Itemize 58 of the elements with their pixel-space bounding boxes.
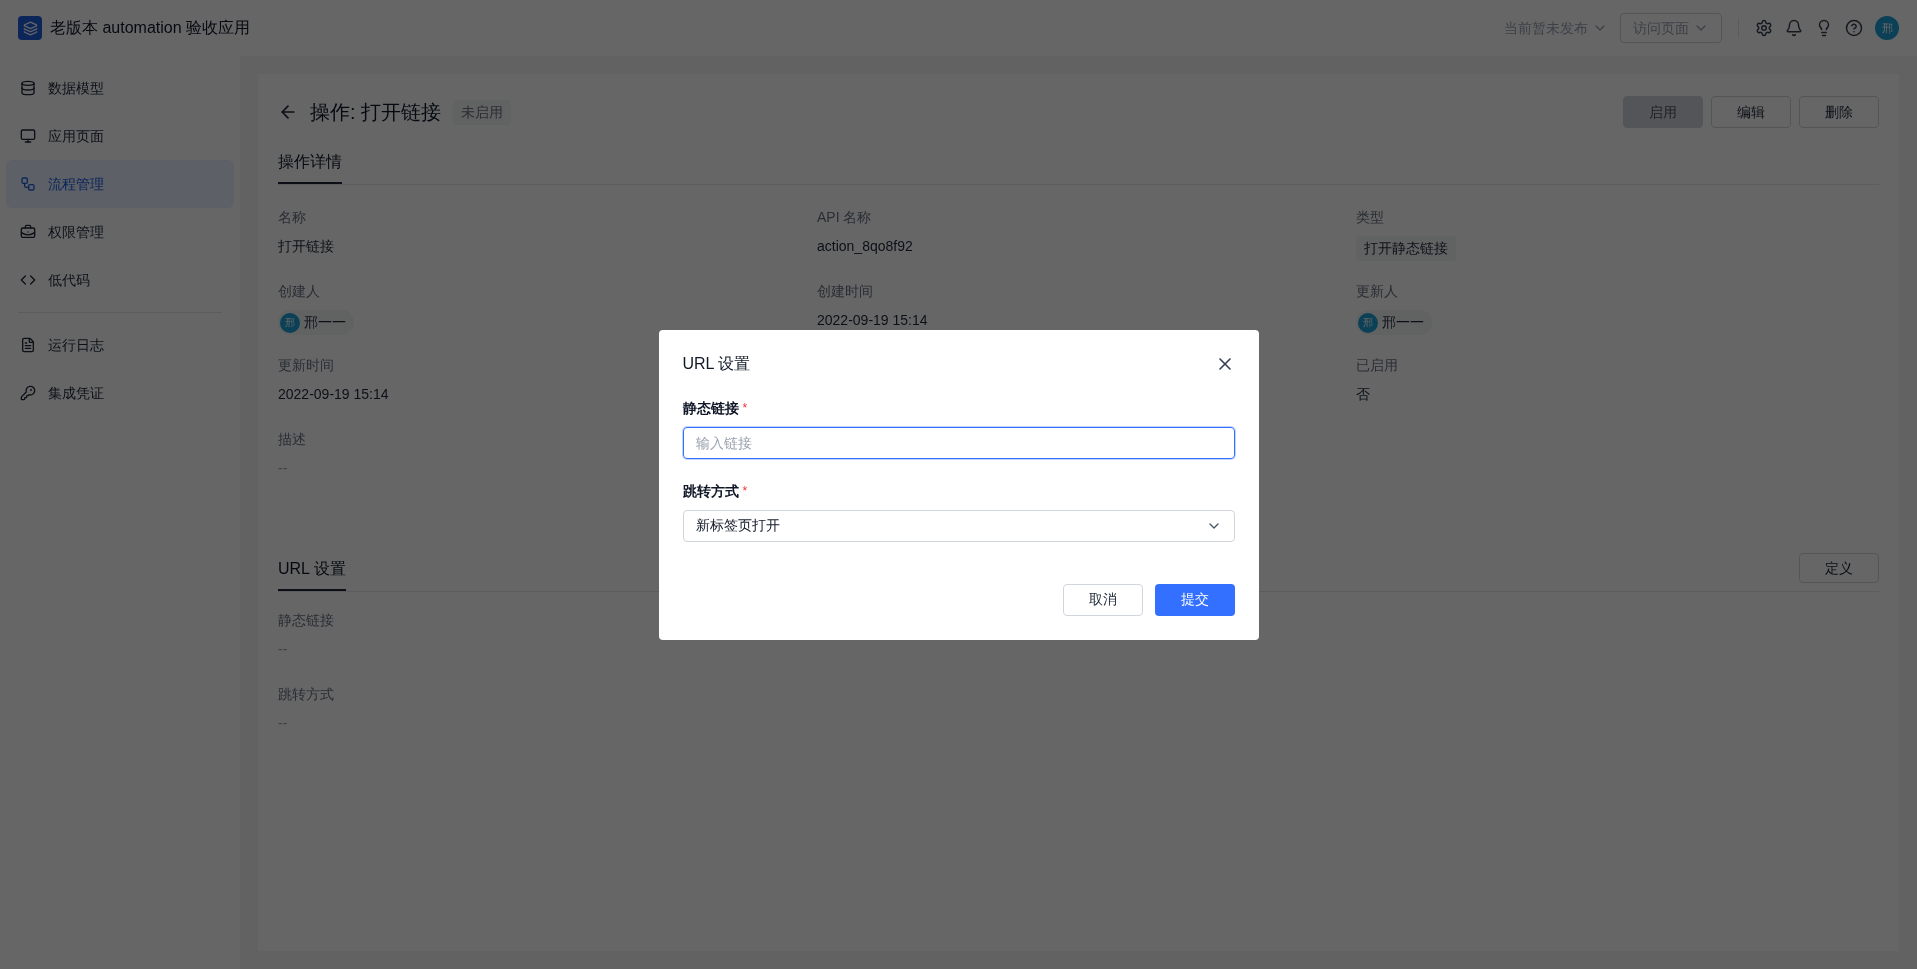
sidebar-item[interactable]: 流程管理 xyxy=(6,160,234,208)
dialog-title: URL 设置 xyxy=(682,353,751,374)
briefcase-icon xyxy=(20,224,36,240)
field-value: -- xyxy=(278,714,288,733)
redirect-mode-select[interactable]: 新标签页打开 xyxy=(682,509,1235,542)
submit-button[interactable]: 提交 xyxy=(1154,583,1235,616)
type-tag: 打开静态链接 xyxy=(1356,236,1456,261)
field-value: 2022-09-19 15:14 xyxy=(817,311,928,330)
database-icon xyxy=(20,80,36,96)
page-title: 操作: 打开链接 xyxy=(310,100,442,125)
user-name: 邢一一 xyxy=(1382,313,1424,332)
avatar-icon: 邢 xyxy=(280,312,300,333)
required-asterisk: * xyxy=(742,400,748,417)
field-label: 更新人 xyxy=(1356,282,1398,301)
field-value: -- xyxy=(278,640,288,659)
sidebar-item[interactable]: 应用页面 xyxy=(6,112,234,160)
app-title: 老版本 automation 验收应用 xyxy=(50,18,251,38)
field-label: 静态链接 xyxy=(682,398,739,418)
field-label: 创建人 xyxy=(278,282,320,301)
field-label: 描述 xyxy=(278,430,306,449)
section-tab[interactable]: 操作详情 xyxy=(278,150,342,184)
field-label: 更新时间 xyxy=(278,356,334,375)
define-button[interactable]: 定义 xyxy=(1799,553,1879,583)
field-label: 跳转方式 xyxy=(682,481,739,501)
sidebar-item[interactable]: 数据模型 xyxy=(6,64,234,112)
code-icon xyxy=(20,272,36,288)
bell-icon[interactable] xyxy=(1785,19,1803,37)
field-label: 跳转方式 xyxy=(278,685,334,704)
link-input-field[interactable]: 输入链接 xyxy=(682,426,1235,459)
user-avatar[interactable]: 邢 xyxy=(1875,16,1899,40)
sidebar-item[interactable]: 权限管理 xyxy=(6,208,234,256)
field-value: -- xyxy=(278,459,288,478)
app-logo-icon xyxy=(18,16,42,40)
action-button[interactable]: 删除 xyxy=(1799,96,1879,128)
field-label: 类型 xyxy=(1356,208,1384,227)
sidebar-item[interactable]: 低代码 xyxy=(6,256,234,304)
cancel-button[interactable]: 取消 xyxy=(1062,583,1143,616)
nodes-icon xyxy=(20,176,36,192)
help-icon[interactable] xyxy=(1845,19,1863,37)
document-icon xyxy=(20,337,36,353)
avatar-icon: 邢 xyxy=(1358,312,1378,333)
field-label: 已启用 xyxy=(1356,356,1398,375)
section-tab[interactable]: URL 设置 xyxy=(278,557,346,591)
settings-icon[interactable] xyxy=(1755,19,1773,37)
field-value: action_8qo8f92 xyxy=(817,237,913,256)
key-icon xyxy=(20,385,36,401)
sidebar-item[interactable]: 集成凭证 xyxy=(6,369,234,417)
field-value: 打开链接 xyxy=(278,237,334,256)
field-label: API 名称 xyxy=(817,208,872,227)
field-value: 2022-09-19 15:14 xyxy=(278,385,389,404)
required-asterisk: * xyxy=(742,483,748,500)
field-value: 否 xyxy=(1356,385,1370,404)
field-label: 创建时间 xyxy=(817,282,873,301)
user-name: 邢一一 xyxy=(304,313,346,332)
monitor-icon xyxy=(20,128,36,144)
field-label: 名称 xyxy=(278,208,306,227)
sidebar-item[interactable]: 运行日志 xyxy=(6,321,234,369)
action-button[interactable]: 编辑 xyxy=(1711,96,1791,128)
